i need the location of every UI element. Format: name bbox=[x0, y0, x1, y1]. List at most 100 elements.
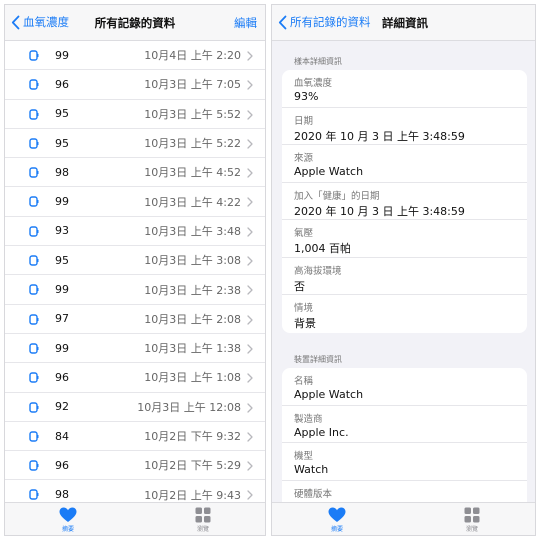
reading-time: 10月3日 上午 1:38 bbox=[144, 342, 241, 356]
field-label: 機型 bbox=[294, 451, 314, 462]
tab-bar: 摘要 瀏覽 bbox=[272, 502, 535, 535]
reading-time: 10月3日 上午 4:22 bbox=[144, 195, 241, 209]
tab-browse-label: 瀏覽 bbox=[465, 526, 478, 533]
grid-icon bbox=[195, 507, 211, 523]
field-value: 背景 bbox=[294, 317, 316, 330]
field-value: Apple Watch bbox=[294, 388, 364, 401]
watch-icon bbox=[29, 196, 39, 208]
field-value: Watch bbox=[294, 463, 329, 476]
list-item[interactable]: 99 10月3日 上午 4:22 bbox=[5, 187, 265, 217]
reading-value: 92 bbox=[55, 400, 69, 414]
tab-browse-label: 瀏覽 bbox=[196, 526, 209, 533]
reading-time: 10月3日 上午 4:52 bbox=[144, 166, 241, 180]
heart-icon bbox=[328, 507, 346, 522]
section-header-device: 裝置詳細資訊 bbox=[294, 355, 342, 364]
chevron-right-icon bbox=[247, 315, 253, 325]
edit-button[interactable]: 編輯 bbox=[234, 15, 257, 31]
sample-details-card: 血氧濃度 93% 日期 2020 年 10 月 3 日 上午 3:48:59 來源 App… bbox=[282, 70, 527, 333]
watch-icon bbox=[29, 108, 39, 120]
list-item[interactable]: 96 10月3日 上午 1:08 bbox=[5, 363, 265, 393]
list-item[interactable]: 99 10月3日 上午 2:38 bbox=[5, 275, 265, 305]
tab-summary-label: 摘要 bbox=[61, 526, 74, 533]
watch-icon bbox=[29, 50, 39, 61]
field-label: 情境 bbox=[294, 303, 314, 314]
field-value: Apple Inc. bbox=[294, 425, 349, 439]
detail-field: 機型 Watch bbox=[282, 443, 527, 481]
list-item[interactable]: 95 10月3日 上午 3:08 bbox=[5, 246, 265, 276]
reading-time: 10月3日 上午 12:08 bbox=[137, 400, 241, 414]
detail-field: 高海拔環境否 bbox=[282, 258, 527, 295]
chevron-right-icon bbox=[247, 109, 253, 120]
watch-icon bbox=[29, 343, 39, 354]
list-item[interactable]: 99 10月3日 上午 1:38 bbox=[5, 334, 265, 364]
reading-value: 96 bbox=[55, 77, 69, 91]
reading-value: 98 bbox=[55, 165, 69, 179]
field-label: 名稱 bbox=[294, 376, 314, 387]
detail-screen: 所有記錄的資料 詳細資訊 樣本詳細資訊 血氧濃度 93% 日期 2020 年 10 月… bbox=[271, 4, 536, 536]
page-title: 所有記錄的資料 bbox=[94, 16, 176, 30]
list-item[interactable]: 95 10月3日 上午 5:52 bbox=[5, 100, 265, 129]
list-item[interactable]: 96 10月3日 上午 7:05 bbox=[5, 70, 265, 100]
detail-field: 血氧濃度 93% bbox=[282, 70, 527, 108]
reading-time: 10月3日 上午 3:48 bbox=[144, 224, 241, 238]
chevron-right-icon bbox=[247, 80, 253, 90]
tab-browse[interactable]: 瀏覽 bbox=[452, 507, 492, 533]
detail-field: 日期 2020 年 10 月 3 日 上午 3:48:59 bbox=[282, 108, 527, 145]
field-value: 1,004 百帕 bbox=[294, 242, 351, 255]
reading-time: 10月3日 上午 2:08 bbox=[144, 312, 241, 326]
reading-time: 10月2日 下午 9:32 bbox=[144, 430, 241, 443]
watch-icon bbox=[29, 79, 39, 90]
reading-value: 99 bbox=[55, 195, 69, 209]
field-label: 硬體版本 bbox=[294, 488, 333, 500]
tab-summary[interactable]: 摘要 bbox=[48, 507, 88, 533]
list-item[interactable]: 98 10月3日 上午 4:52 bbox=[5, 158, 265, 188]
reading-value: 95 bbox=[55, 253, 69, 267]
records-rows: 99 10月4日 上午 2:20 96 10月3日 上午 7:05 95 10月3日 上午… bbox=[5, 41, 265, 510]
watch-icon bbox=[29, 460, 39, 471]
device-details-card: 名稱Apple Watch製造商Apple Inc.機型Watch硬體版本Wat… bbox=[282, 368, 527, 518]
reading-value: 99 bbox=[55, 283, 69, 297]
field-label: 加入「健康」的日期 bbox=[294, 190, 380, 202]
chevron-right-icon bbox=[247, 197, 253, 208]
reading-time: 10月3日 上午 5:52 bbox=[144, 107, 241, 121]
field-label: 製造商 bbox=[294, 413, 323, 425]
right-navbar: 所有記錄的資料 詳細資訊 bbox=[272, 5, 535, 41]
watch-icon bbox=[29, 313, 39, 325]
reading-time: 10月3日 上午 1:08 bbox=[144, 371, 241, 385]
list-item[interactable]: 95 10月3日 上午 5:22 bbox=[5, 129, 265, 159]
page-title: 詳細資訊 bbox=[382, 16, 428, 30]
watch-icon bbox=[29, 489, 39, 501]
chevron-right-icon bbox=[247, 461, 253, 471]
chevron-right-icon bbox=[247, 168, 253, 178]
reading-time: 10月3日 上午 3:08 bbox=[144, 254, 241, 268]
list-item[interactable]: 84 10月2日 下午 9:32 bbox=[5, 422, 265, 452]
detail-field: 來源 Apple Watch bbox=[282, 145, 527, 183]
grid-icon bbox=[464, 507, 480, 523]
field-label: 血氧濃度 bbox=[294, 78, 333, 89]
list-item[interactable]: 93 10月3日 上午 3:48 bbox=[5, 217, 265, 247]
left-navbar: 血氧濃度 所有記錄的資料 編輯 bbox=[5, 5, 265, 41]
list-item[interactable]: 96 10月2日 下午 5:29 bbox=[5, 451, 265, 481]
tab-bar: 摘要 瀏覽 bbox=[5, 502, 265, 535]
reading-value: 96 bbox=[55, 458, 69, 472]
watch-icon bbox=[29, 167, 39, 178]
list-item[interactable]: 99 10月4日 上午 2:20 bbox=[5, 41, 265, 71]
watch-icon bbox=[29, 138, 39, 149]
field-value: 2020 年 10 月 3 日 上午 3:48:59 bbox=[294, 129, 465, 143]
detail-field: 名稱 Apple Watch bbox=[282, 368, 527, 406]
list-item[interactable]: 92 10月3日 上午 12:08 bbox=[5, 393, 265, 422]
detail-field: 情境 背景 bbox=[282, 295, 527, 333]
list-item[interactable]: 97 10月3日 上午 2:08 bbox=[5, 305, 265, 334]
reading-value: 97 bbox=[55, 312, 69, 326]
reading-time: 10月3日 上午 5:22 bbox=[144, 137, 241, 151]
back-button[interactable]: 所有記錄的資料 bbox=[278, 14, 371, 30]
chevron-right-icon bbox=[247, 51, 253, 61]
tab-browse[interactable]: 瀏覽 bbox=[183, 507, 223, 533]
detail-field: 製造商 Apple Inc. bbox=[282, 406, 527, 443]
field-value: 2020 年 10 月 3 日 上午 3:48:59 bbox=[294, 204, 465, 218]
reading-time: 10月2日 上午 9:43 bbox=[144, 488, 241, 502]
tab-summary[interactable]: 摘要 bbox=[317, 507, 357, 533]
watch-icon bbox=[29, 226, 39, 237]
reading-value: 95 bbox=[55, 107, 69, 121]
tab-summary-label: 摘要 bbox=[330, 526, 343, 533]
